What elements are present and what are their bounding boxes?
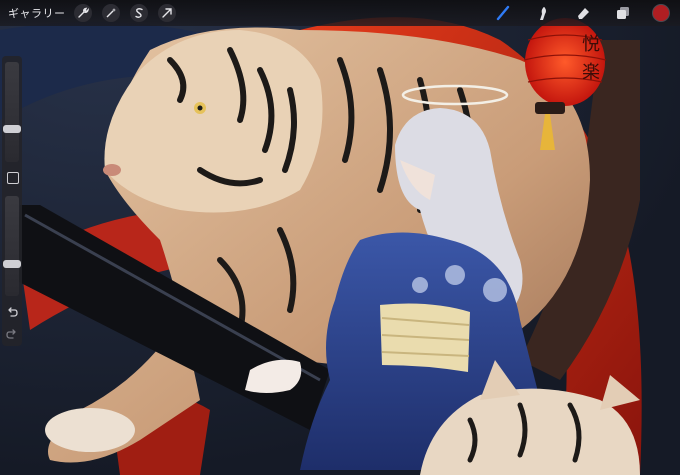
- lantern-char-1: 悦: [582, 34, 600, 55]
- undo-icon[interactable]: [6, 306, 18, 318]
- top-toolbar: ギャラリー: [0, 0, 680, 26]
- brush-size-slider[interactable]: [3, 62, 21, 162]
- brush-size-thumb[interactable]: [3, 125, 21, 133]
- wrench-icon[interactable]: [73, 4, 92, 22]
- smudge-icon[interactable]: [532, 3, 554, 23]
- transform-arrow-icon[interactable]: [157, 4, 176, 22]
- tiger-nose: [103, 164, 121, 176]
- right-tool-group: [474, 3, 670, 23]
- layers-icon[interactable]: [612, 3, 634, 23]
- tiger-paw: [45, 408, 135, 452]
- left-sidebar: [2, 56, 22, 346]
- redo-icon[interactable]: [6, 328, 18, 340]
- selection-s-icon[interactable]: [129, 4, 148, 22]
- opacity-slider[interactable]: [3, 196, 21, 296]
- canvas-artwork[interactable]: 悦 楽: [0, 0, 680, 475]
- lantern-char-2: 楽: [582, 62, 600, 83]
- color-swatch[interactable]: [652, 4, 670, 22]
- brush-icon[interactable]: [492, 3, 514, 23]
- modify-square-icon[interactable]: [7, 172, 19, 184]
- opacity-thumb[interactable]: [3, 260, 21, 268]
- gallery-button[interactable]: ギャラリー: [8, 5, 66, 21]
- eraser-icon[interactable]: [572, 3, 594, 23]
- magic-wand-icon[interactable]: [101, 4, 120, 22]
